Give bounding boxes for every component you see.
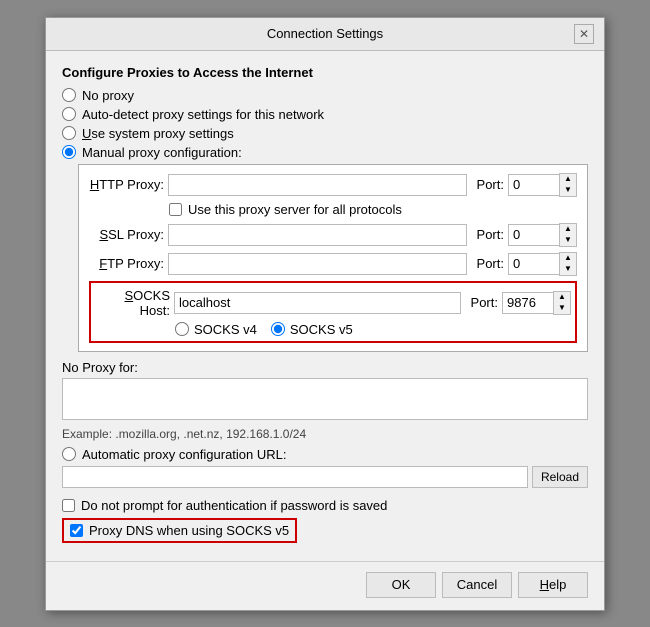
socks4-option: SOCKS v4 [175,322,257,337]
ftp-port-spinner: 0 ▲ ▼ [508,252,577,276]
proxy-dns-label[interactable]: Proxy DNS when using SOCKS v5 [89,523,289,538]
section-title: Configure Proxies to Access the Internet [62,65,588,80]
use-all-protocols-label[interactable]: Use this proxy server for all protocols [188,202,402,217]
manual-proxy-radio[interactable] [62,145,76,159]
manual-proxy-label[interactable]: Manual proxy configuration: [82,145,242,160]
reload-button[interactable]: Reload [532,466,588,488]
auto-detect-label[interactable]: Auto-detect proxy settings for this netw… [82,107,324,122]
http-port-label: Port: [477,177,504,192]
system-proxy-label[interactable]: Use system proxy settings [82,126,234,141]
http-proxy-row: HTTP Proxy: Port: 0 ▲ ▼ [89,173,577,197]
auto-proxy-label[interactable]: Automatic proxy configuration URL: [82,447,286,462]
help-button[interactable]: Help [518,572,588,598]
ssl-port-spin-btns: ▲ ▼ [559,223,577,247]
http-port-input[interactable]: 0 [508,174,560,196]
ssl-proxy-row: SSL Proxy: Port: 0 ▲ ▼ [89,223,577,247]
example-text: Example: .mozilla.org, .net.nz, 192.168.… [62,427,588,441]
auto-proxy-input-row: Reload [62,466,588,488]
system-proxy-radio[interactable] [62,126,76,140]
proxy-dns-checkbox[interactable] [70,524,83,537]
ssl-port-down[interactable]: ▼ [560,235,576,246]
no-auth-row: Do not prompt for authentication if pass… [62,498,588,513]
no-auth-label[interactable]: Do not prompt for authentication if pass… [81,498,387,513]
no-auth-checkbox[interactable] [62,499,75,512]
auto-proxy-radio[interactable] [62,447,76,461]
title-bar: Connection Settings ✕ [46,18,604,51]
socks4-radio[interactable] [175,322,189,336]
use-all-protocols-checkbox[interactable] [169,203,182,216]
no-proxy-radio[interactable] [62,88,76,102]
ftp-port-spin-btns: ▲ ▼ [559,252,577,276]
manual-proxy-row: Manual proxy configuration: [62,145,588,160]
http-port-spinner: 0 ▲ ▼ [508,173,577,197]
no-proxy-textarea[interactable] [62,378,588,420]
socks-host-label: SOCKS Host: [95,288,170,318]
socks-host-input[interactable] [174,292,461,314]
socks-port-label: Port: [471,295,498,310]
close-button[interactable]: ✕ [574,24,594,44]
ssl-port-spinner: 0 ▲ ▼ [508,223,577,247]
auto-proxy-config-row: Automatic proxy configuration URL: [62,447,588,462]
socks-port-up[interactable]: ▲ [554,292,570,303]
auto-detect-row: Auto-detect proxy settings for this netw… [62,107,588,122]
socks-port-input[interactable]: 9876 [502,292,554,314]
no-proxy-row: No proxy [62,88,588,103]
http-proxy-label: HTTP Proxy: [89,177,164,192]
http-port-up[interactable]: ▲ [560,174,576,185]
socks-port-spin-btns: ▲ ▼ [553,291,571,315]
use-all-protocols-row: Use this proxy server for all protocols [169,202,577,217]
socks-port-down[interactable]: ▼ [554,303,570,314]
dialog-content: Configure Proxies to Access the Internet… [46,51,604,553]
system-proxy-row: Use system proxy settings [62,126,588,141]
socks-port-spinner: 9876 ▲ ▼ [502,291,571,315]
manual-proxy-section: HTTP Proxy: Port: 0 ▲ ▼ Use this proxy s… [78,164,588,352]
cancel-button[interactable]: Cancel [442,572,512,598]
ok-button[interactable]: OK [366,572,436,598]
ftp-port-down[interactable]: ▼ [560,264,576,275]
socks-version-row: SOCKS v4 SOCKS v5 [175,322,571,337]
bottom-checkboxes: Do not prompt for authentication if pass… [62,498,588,543]
ssl-proxy-input[interactable] [168,224,467,246]
no-proxy-for-label: No Proxy for: [62,360,588,375]
ftp-port-label: Port: [477,256,504,271]
ftp-port-up[interactable]: ▲ [560,253,576,264]
dialog-title: Connection Settings [76,26,574,41]
ftp-port-input[interactable]: 0 [508,253,560,275]
socks4-label[interactable]: SOCKS v4 [194,322,257,337]
socks-host-section: SOCKS Host: Port: 9876 ▲ ▼ SOCKS v4 [89,281,577,343]
http-port-down[interactable]: ▼ [560,185,576,196]
connection-settings-dialog: Connection Settings ✕ Configure Proxies … [45,17,605,611]
ftp-proxy-label: FTP Proxy: [89,256,164,271]
http-port-spin-btns: ▲ ▼ [559,173,577,197]
button-row: OK Cancel Help [46,561,604,610]
no-proxy-label[interactable]: No proxy [82,88,134,103]
no-proxy-section: No Proxy for: [62,360,588,423]
ssl-port-up[interactable]: ▲ [560,224,576,235]
ftp-proxy-input[interactable] [168,253,467,275]
ssl-port-label: Port: [477,227,504,242]
socks-host-row: SOCKS Host: Port: 9876 ▲ ▼ [95,288,571,318]
http-proxy-input[interactable] [168,174,467,196]
proxy-dns-row: Proxy DNS when using SOCKS v5 [62,518,297,543]
ftp-proxy-row: FTP Proxy: Port: 0 ▲ ▼ [89,252,577,276]
ssl-port-input[interactable]: 0 [508,224,560,246]
auto-detect-radio[interactable] [62,107,76,121]
ssl-proxy-label: SSL Proxy: [89,227,164,242]
socks5-label[interactable]: SOCKS v5 [290,322,353,337]
socks5-radio[interactable] [271,322,285,336]
auto-proxy-url-input[interactable] [62,466,528,488]
socks5-option: SOCKS v5 [271,322,353,337]
